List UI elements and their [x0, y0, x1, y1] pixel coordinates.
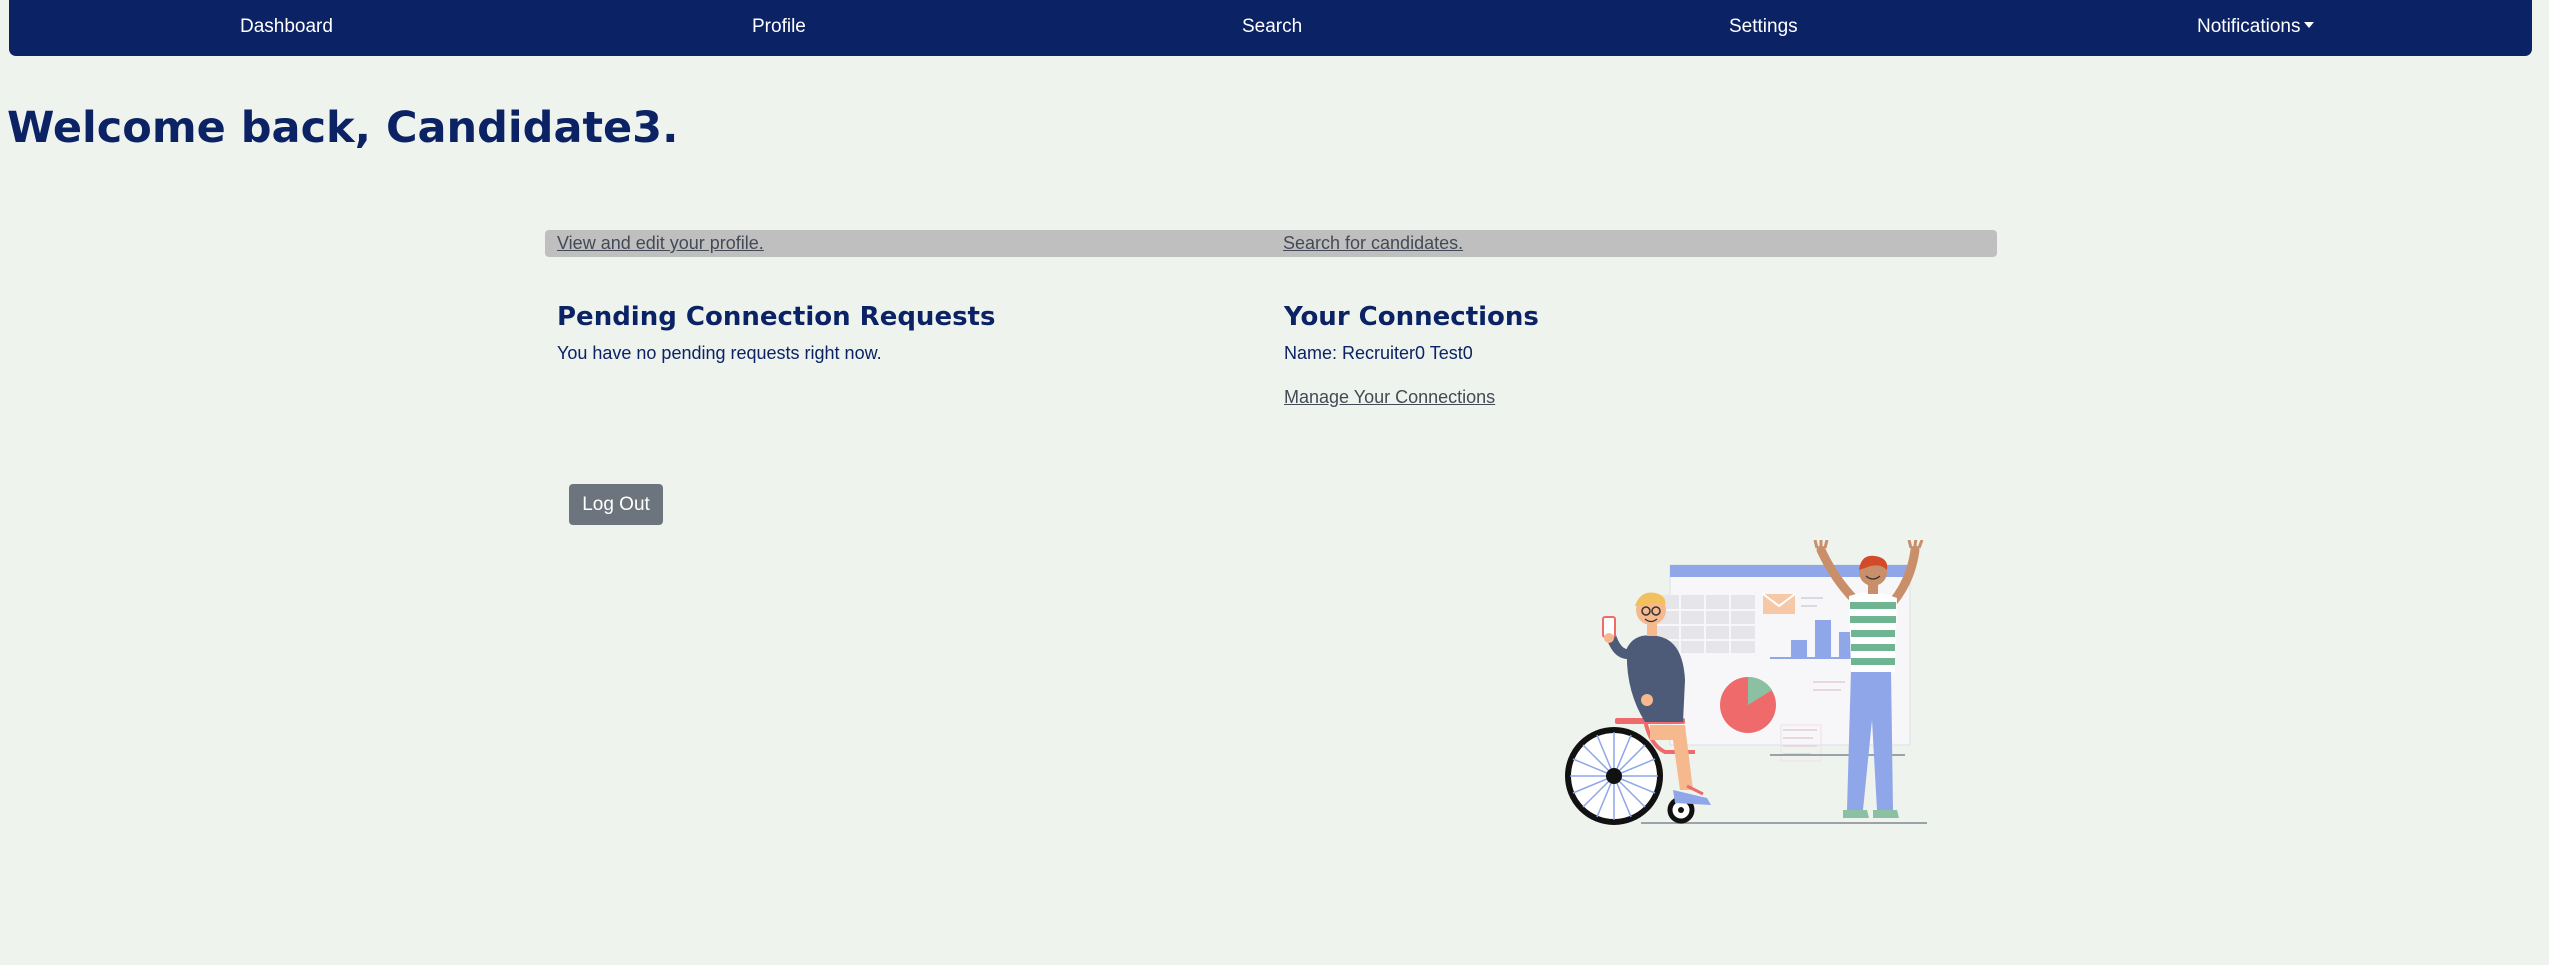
page-title: Welcome back, Candidate3. [7, 103, 679, 153]
pending-requests-title: Pending Connection Requests [557, 302, 996, 332]
view-profile-link[interactable]: View and edit your profile. [557, 232, 764, 254]
pending-requests-empty-message: You have no pending requests right now. [557, 343, 882, 363]
nav-item-search[interactable]: Search [1242, 14, 1302, 40]
caret-down-icon [2303, 22, 2314, 28]
connections-title: Your Connections [1284, 302, 1539, 332]
nav-item-profile[interactable]: Profile [752, 14, 806, 40]
nav-item-dashboard[interactable]: Dashboard [240, 14, 333, 40]
dashboard-illustration [1565, 540, 1927, 825]
manage-connections-link[interactable]: Manage Your Connections [1284, 385, 1495, 409]
quick-links-bar: View and edit your profile. Search for c… [545, 230, 1997, 257]
logout-button[interactable]: Log Out [569, 484, 663, 525]
top-navbar: Dashboard Profile Search Settings Notifi… [9, 0, 2532, 56]
nav-item-settings[interactable]: Settings [1729, 14, 1798, 40]
connection-item: Name: Recruiter0 Test0 [1284, 343, 1473, 363]
search-candidates-link[interactable]: Search for candidates. [1283, 232, 1463, 254]
nav-item-notifications[interactable]: Notifications [2197, 14, 2314, 40]
nav-item-notifications-label: Notifications [2197, 16, 2301, 37]
